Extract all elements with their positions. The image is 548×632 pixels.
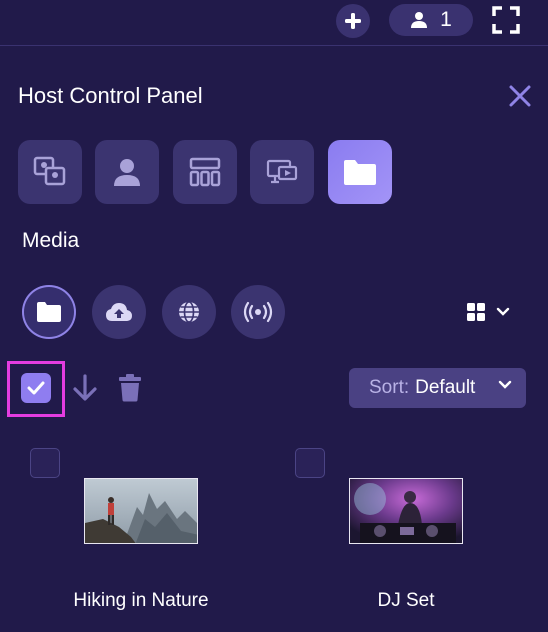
folder-icon — [37, 302, 61, 322]
user-icon — [114, 159, 140, 186]
folder-icon — [344, 160, 376, 185]
panel-title: Host Control Panel — [18, 83, 203, 108]
source-files[interactable] — [22, 285, 76, 339]
layout-grid-icon — [189, 157, 221, 187]
media-item-checkbox[interactable] — [295, 448, 325, 478]
checkmark-icon — [27, 381, 45, 395]
source-stream[interactable] — [231, 285, 285, 339]
participants-button[interactable]: 1 — [389, 4, 473, 36]
section-title: Media — [22, 229, 80, 252]
sort-value: Default — [415, 377, 476, 398]
tool-screen-share[interactable] — [250, 140, 314, 204]
layout-swap-icon — [33, 156, 66, 186]
view-mode-dropdown[interactable] — [466, 300, 516, 324]
media-item-label: DJ Set — [377, 590, 435, 611]
download-icon[interactable] — [72, 374, 98, 402]
globe-icon — [179, 301, 199, 323]
tool-participants[interactable] — [95, 140, 159, 204]
dj-set-thumbnail-image — [350, 479, 462, 543]
screen-share-icon — [266, 159, 298, 184]
sort-dropdown[interactable]: Sort: Default — [349, 368, 526, 408]
fullscreen-icon[interactable] — [492, 6, 520, 34]
tool-layout-swap[interactable] — [18, 140, 82, 204]
source-web[interactable] — [162, 285, 216, 339]
trash-icon[interactable] — [118, 374, 142, 402]
hiking-thumbnail-image — [85, 479, 197, 543]
add-button[interactable] — [336, 4, 370, 38]
select-all-checkbox[interactable] — [21, 373, 51, 403]
close-icon[interactable] — [508, 84, 532, 108]
tool-layout[interactable] — [173, 140, 237, 204]
participant-count: 1 — [440, 8, 452, 31]
media-item-checkbox[interactable] — [30, 448, 60, 478]
top-bar: 1 — [0, 0, 548, 46]
user-icon — [411, 12, 428, 28]
grid-view-icon — [467, 303, 485, 321]
chevron-down-icon — [498, 380, 512, 389]
media-thumbnail-hiking[interactable] — [84, 478, 198, 544]
broadcast-icon — [243, 301, 273, 323]
plus-icon — [345, 13, 361, 29]
chevron-down-icon — [496, 307, 510, 316]
media-item-label: Hiking in Nature — [73, 590, 209, 611]
sort-label: Sort: — [369, 377, 410, 398]
cloud-upload-icon — [106, 303, 132, 321]
tool-media[interactable] — [328, 140, 392, 204]
source-upload[interactable] — [92, 285, 146, 339]
media-thumbnail-dj-set[interactable] — [349, 478, 463, 544]
